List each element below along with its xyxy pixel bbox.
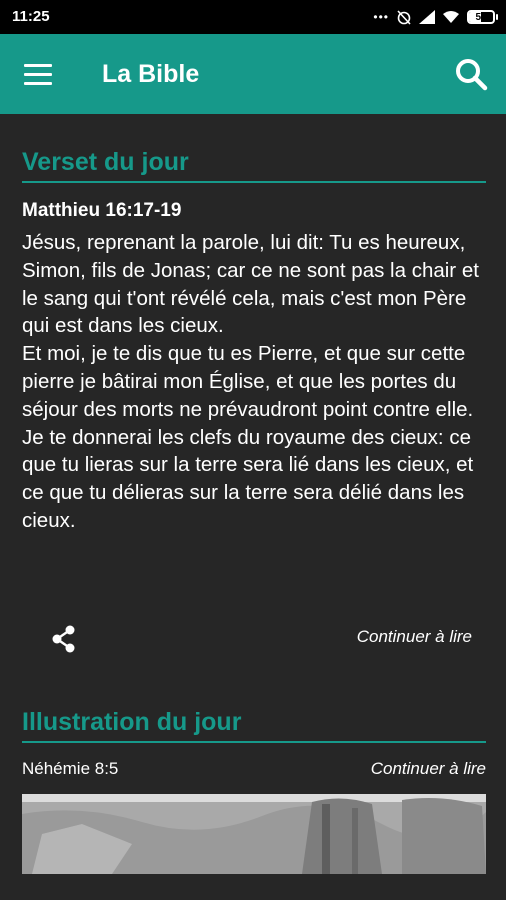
more-dots-icon: ••• <box>373 10 389 24</box>
app-title: La Bible <box>102 60 200 88</box>
battery-icon: 50 <box>467 10 498 24</box>
battery-level: 50 <box>475 11 487 23</box>
illustration-continue-link[interactable]: Continuer à lire <box>371 759 486 779</box>
illustration-section-title: Illustration du jour <box>22 708 486 743</box>
illustration-image[interactable] <box>22 794 486 874</box>
app-bar: La Bible <box>0 34 506 114</box>
status-bar: 11:25 ••• 50 <box>0 0 506 34</box>
illustration-reference: Néhémie 8:5 <box>22 759 119 778</box>
wifi-icon <box>443 11 459 23</box>
verse-reference: Matthieu 16:17-19 <box>22 200 182 221</box>
alarm-off-icon <box>397 10 411 25</box>
status-icons: ••• 50 <box>373 6 498 28</box>
continue-reading-link[interactable]: Continuer à lire <box>357 627 472 647</box>
share-icon[interactable] <box>49 624 79 654</box>
search-icon[interactable] <box>454 57 488 91</box>
status-time: 11:25 <box>12 8 50 25</box>
verse-paragraph: Jésus, reprenant la parole, lui dit: Tu … <box>22 231 479 338</box>
verse-text: Jésus, reprenant la parole, lui dit: Tu … <box>22 229 486 535</box>
verse-paragraph: Je te donnerai les clefs du royaume des … <box>22 425 474 532</box>
engraving-artwork <box>22 794 486 874</box>
menu-icon[interactable] <box>24 61 54 87</box>
verse-section-title: Verset du jour <box>22 148 486 183</box>
signal-icon <box>419 10 435 24</box>
verse-paragraph: Et moi, je te dis que tu es Pierre, et q… <box>22 342 474 421</box>
